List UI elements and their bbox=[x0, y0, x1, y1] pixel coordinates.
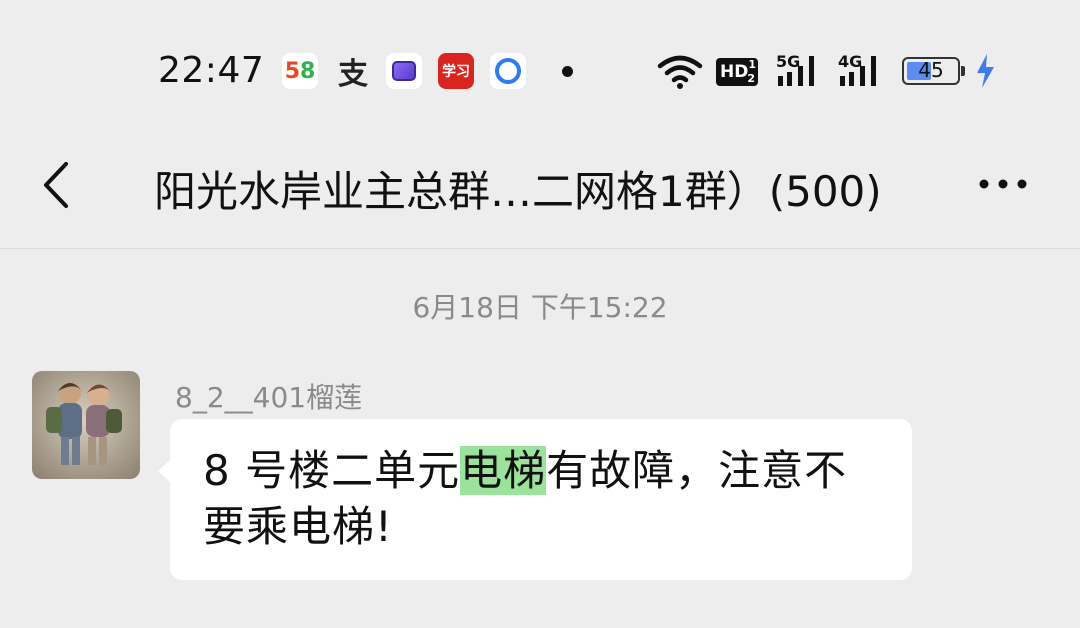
xuexi-icon: 学习 bbox=[438, 53, 474, 89]
purple-app-icon bbox=[386, 53, 422, 89]
net-label-4g: 4G bbox=[838, 52, 863, 71]
battery-level: 45 bbox=[918, 58, 944, 82]
sender-name: 8_2__401榴莲 bbox=[175, 381, 363, 414]
hd-icon: HD1 2 bbox=[716, 58, 758, 86]
header-divider bbox=[0, 248, 1080, 249]
charging-icon bbox=[977, 54, 994, 88]
q-browser-icon bbox=[490, 53, 526, 89]
net-label-5g: 5G bbox=[776, 52, 801, 71]
58-app-icon: 58 bbox=[282, 53, 318, 89]
message-text-before: 8 号楼二单元 bbox=[203, 446, 461, 495]
message-bubble[interactable]: 8 号楼二单元电梯有故障，注意不要乘电梯! bbox=[158, 419, 912, 580]
more-icon[interactable] bbox=[978, 174, 1028, 194]
5g-signal-icon: 5G bbox=[776, 52, 824, 88]
message-highlight[interactable]: 电梯 bbox=[460, 446, 547, 495]
zhifubao-icon: 支 bbox=[338, 57, 368, 92]
hd-sub: 1 bbox=[748, 58, 756, 71]
chat-header: 阳光水岸业主总群…二网格1群）(500) bbox=[0, 140, 1080, 248]
back-icon[interactable] bbox=[38, 160, 78, 210]
avatar[interactable] bbox=[32, 371, 140, 479]
4g-signal-icon: 4G bbox=[838, 52, 886, 88]
notification-dot-icon bbox=[562, 66, 573, 77]
battery-icon: 45 bbox=[902, 57, 965, 85]
status-bar: 22:47 58 支 学习 HD1 2 5G 4G 45 bbox=[0, 0, 1080, 140]
message-timestamp: 6月18日 下午15:22 bbox=[412, 291, 668, 324]
hd-sub2: 2 bbox=[747, 72, 755, 85]
wifi-icon bbox=[657, 55, 703, 89]
status-time: 22:47 bbox=[158, 50, 265, 91]
avatar-image bbox=[32, 371, 140, 479]
chat-title: 阳光水岸业主总群…二网格1群）(500) bbox=[154, 167, 882, 216]
battery-cap bbox=[961, 66, 965, 76]
hd-label: HD bbox=[720, 62, 749, 82]
message-text: 8 号楼二单元电梯有故障，注意不要乘电梯! bbox=[203, 443, 882, 555]
